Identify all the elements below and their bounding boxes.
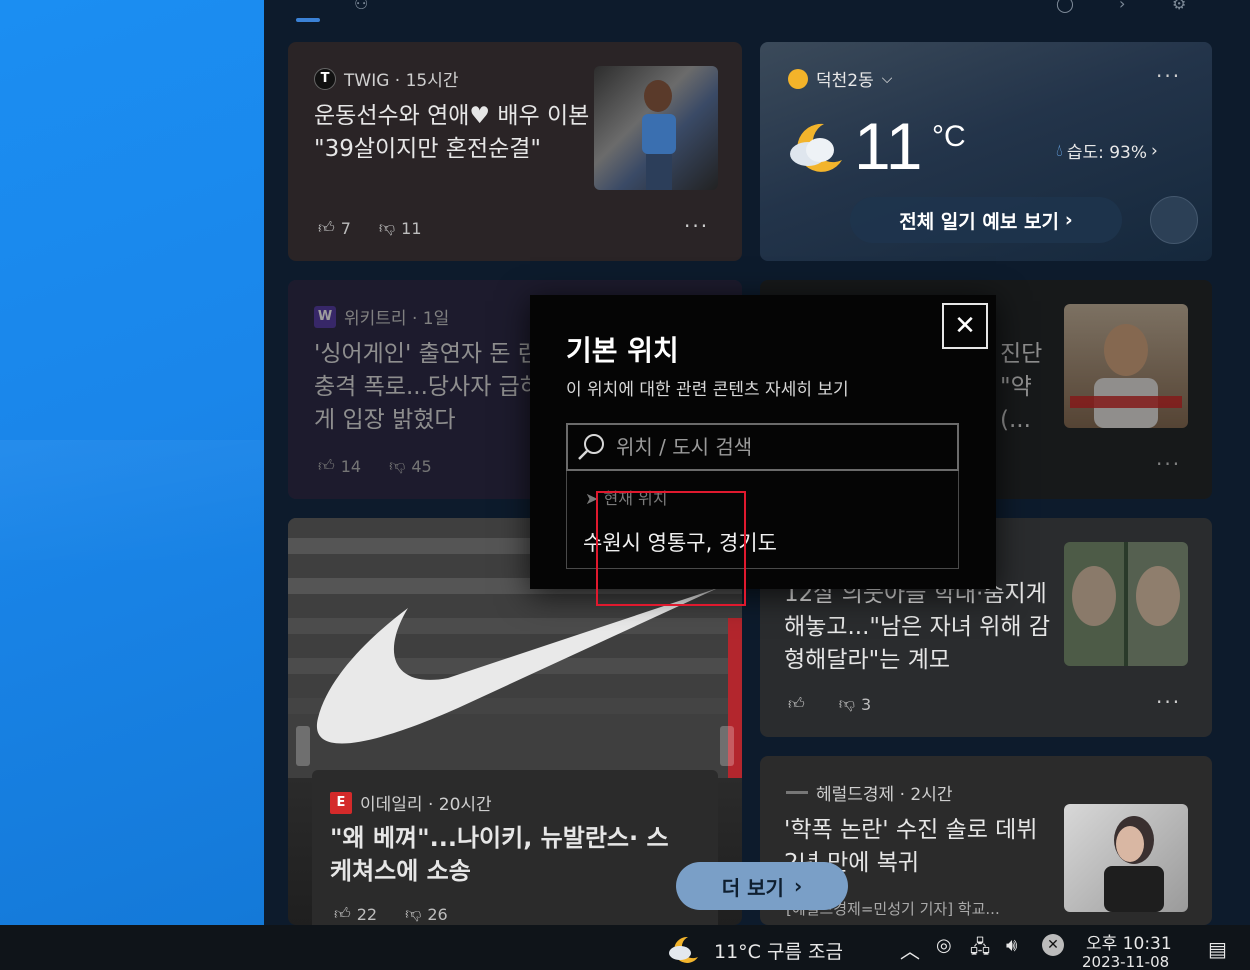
dialog-subtitle: 이 위치에 대한 관련 콘텐츠 자세히 보기 — [566, 380, 849, 400]
people-icon[interactable]: ⚇ — [354, 0, 368, 13]
carousel-next-icon[interactable] — [720, 726, 734, 766]
thumbs-up-icon: 👍︎ — [788, 694, 805, 713]
article-text-panel: E 이데일리 · 20시간 "왜 베껴"...나이키, 뉴발란스· 스케쳐스에 … — [312, 770, 718, 925]
full-forecast-button[interactable]: 전체 일기 예보 보기 › — [850, 197, 1122, 243]
weather-taskbar-icon[interactable] — [666, 933, 702, 963]
taskbar: 11°C 구름 조금 ︿ ◎ 🖧︎ 🔊︎ ✕ 오후 10:31 2023-11-… — [0, 925, 1250, 970]
temperature-unit: °C — [932, 120, 966, 153]
card-headline[interactable]: 운동선수와 연애♥ 배우 이본 "39살이지만 혼전순결" — [314, 100, 592, 166]
chevron-up-icon[interactable]: ︿ — [900, 935, 920, 964]
meet-icon[interactable]: ◎ — [936, 935, 952, 956]
like-button[interactable]: 👍︎ — [788, 694, 811, 714]
dialog-title: 기본 위치 — [566, 334, 679, 367]
taskbar-weather-text[interactable]: 11°C 구름 조금 — [714, 937, 843, 964]
like-button[interactable]: 👍︎ 14 — [318, 456, 361, 476]
partly-cloudy-night-icon — [784, 114, 850, 180]
default-location-dialog: 기본 위치 이 위치에 대한 관련 콘텐츠 자세히 보기 ✕ ➤ 현재 위치 수… — [530, 295, 996, 589]
network-icon[interactable]: 🖧︎ — [970, 935, 990, 965]
desktop-background — [0, 0, 264, 925]
dislike-button[interactable]: 👎︎ 26 — [405, 904, 448, 924]
reactions: 👍︎ 22 👎︎ 26 — [334, 904, 448, 924]
temperature: 11 — [854, 109, 923, 183]
error-icon[interactable]: ✕ — [1042, 934, 1064, 956]
dislike-button[interactable]: 👎︎ 11 — [379, 218, 422, 238]
dislike-button[interactable]: 👎︎ 3 — [839, 694, 871, 714]
clock-time[interactable]: 오후 10:31 — [1086, 929, 1172, 954]
like-button[interactable]: 👍︎ 7 — [318, 218, 351, 238]
dislike-button[interactable]: 👎︎ 45 — [389, 456, 432, 476]
panel-tabs: ⚇ ◯ › ⚙ — [264, 0, 1250, 26]
card-source: E 이데일리 · 20시간 — [330, 790, 492, 815]
weather-location[interactable]: 덕천2동 ⌵ — [788, 66, 892, 91]
card-headline[interactable]: '싱어게인' 출연자 돈 련 충격 폭로...당사자 급하게 입장 밝혔다 — [314, 338, 554, 437]
card-headline[interactable]: "왜 베껴"...나이키, 뉴발란스· 스케쳐스에 소송 — [330, 822, 690, 888]
chevron-right-icon: › — [793, 874, 803, 898]
thumbs-down-icon: 👎︎ — [405, 904, 422, 923]
weather-extra-icon[interactable] — [1150, 196, 1198, 244]
thumbs-up-icon: 👍︎ — [318, 456, 335, 475]
location-arrow-icon: ➤ — [585, 489, 599, 508]
close-button[interactable]: ✕ — [942, 303, 988, 349]
twig-logo-icon: T — [314, 67, 336, 90]
thumbs-down-icon: 👎︎ — [389, 456, 406, 475]
humidity-link[interactable]: 💧︎ 습도: 93% › — [1056, 138, 1158, 164]
notification-icon[interactable]: ▤ — [1208, 937, 1227, 961]
location-search-box[interactable] — [566, 423, 959, 471]
weather-card[interactable]: 덕천2동 ⌵ ··· 11 °C 💧︎ 습도: 93% › 전체 일기 예보 보… — [760, 42, 1212, 261]
more-options-icon[interactable]: ··· — [1156, 690, 1181, 714]
article-thumbnail — [1064, 304, 1188, 428]
active-tab-indicator — [296, 18, 320, 22]
profile-icon[interactable]: ◯ — [1056, 0, 1074, 13]
droplet-icon: 💧︎ — [1056, 140, 1063, 161]
article-thumbnail — [594, 66, 718, 190]
herald-logo-icon — [786, 791, 808, 794]
reactions: 👍︎ 👎︎ 3 — [788, 694, 871, 714]
thumbs-down-icon: 👎︎ — [838, 694, 855, 713]
article-thumbnail — [1064, 804, 1188, 912]
gear-icon[interactable]: ⚙ — [1172, 0, 1186, 13]
edaily-logo-icon: E — [330, 791, 352, 814]
weather-more-icon[interactable]: ··· — [1156, 64, 1181, 88]
thumbs-up-icon: 👍︎ — [334, 904, 351, 923]
card-source: 헤럴드경제 · 2시간 — [786, 780, 953, 805]
chevron-down-icon: ⌵ — [881, 70, 893, 87]
reactions: 👍︎ 14 👎︎ 45 — [318, 456, 432, 476]
location-search-input[interactable] — [616, 435, 936, 459]
clock-date[interactable]: 2023-11-08 — [1082, 953, 1169, 970]
more-options-icon[interactable]: ··· — [1156, 452, 1181, 476]
card-source: W 위키트리 · 1일 — [314, 304, 449, 329]
chevron-right-icon: › — [1151, 140, 1158, 161]
carousel-prev-icon[interactable] — [296, 726, 310, 766]
news-card-twig[interactable]: T TWIG · 15시간 운동선수와 연애♥ 배우 이본 "39살이지만 혼전… — [288, 42, 742, 261]
article-thumbnail — [1064, 542, 1188, 666]
location-result-item[interactable]: 수원시 영통구, 경기도 — [583, 527, 777, 557]
card-headline-fragment[interactable]: 진단 "약 (... — [1000, 338, 1060, 437]
see-more-button[interactable]: 더 보기 › — [676, 862, 848, 910]
more-options-icon[interactable]: ··· — [684, 214, 709, 238]
thumbs-down-icon: 👎︎ — [378, 218, 396, 237]
card-source: T TWIG · 15시간 — [314, 66, 459, 91]
close-icon: ✕ — [954, 311, 976, 341]
search-icon — [576, 432, 606, 462]
reactions: 👍︎ 7 👎︎ 11 — [318, 218, 422, 238]
sun-icon — [788, 68, 808, 89]
chevron-icon[interactable]: › — [1119, 0, 1125, 13]
current-location-option[interactable]: ➤ 현재 위치 — [585, 485, 667, 509]
chevron-right-icon: › — [1064, 209, 1073, 231]
volume-icon[interactable]: 🔊︎ — [1006, 935, 1017, 956]
thumbs-up-icon: 👍︎ — [318, 218, 335, 237]
wikitree-logo-icon: W — [314, 305, 336, 328]
card-headline[interactable]: 12살 의붓아들 학대·숨지게 해놓고..."남은 자녀 위해 감형해달라"는 … — [784, 578, 1056, 677]
location-suggestions: ➤ 현재 위치 수원시 영통구, 경기도 — [566, 471, 959, 569]
like-button[interactable]: 👍︎ 22 — [334, 904, 377, 924]
